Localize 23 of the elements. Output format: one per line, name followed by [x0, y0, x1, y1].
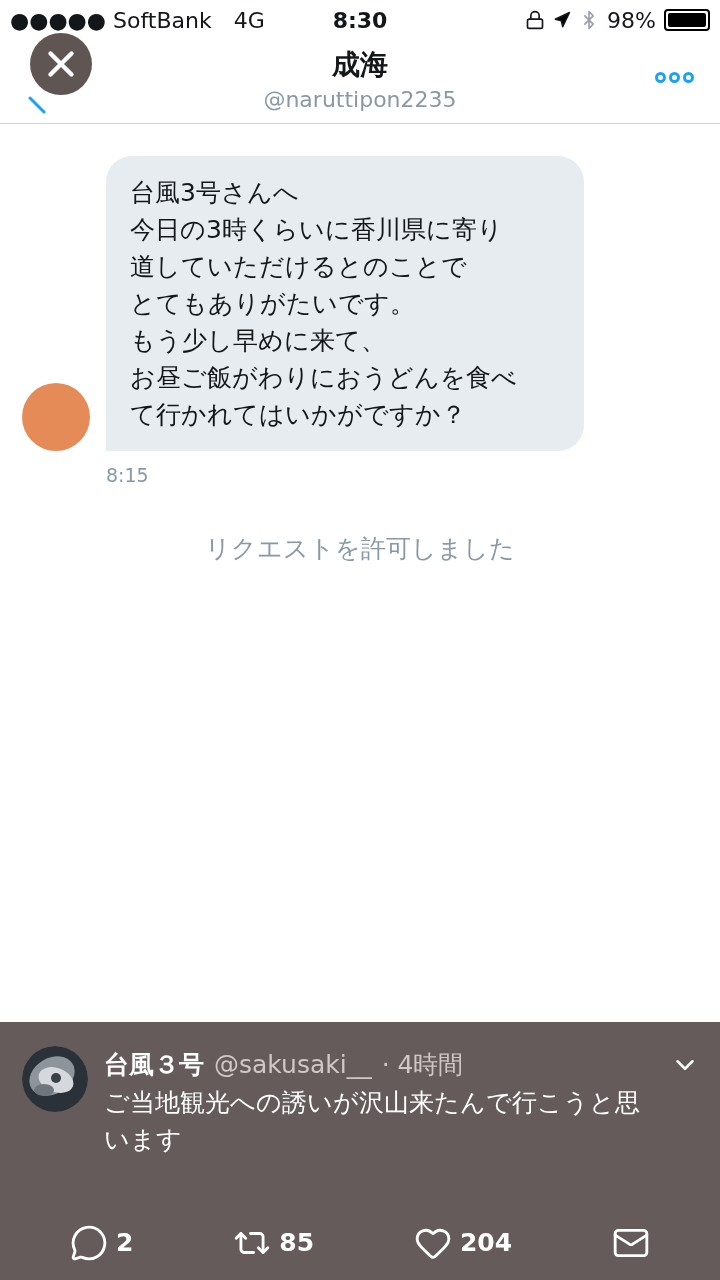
user-handle: @naruttipon2235: [263, 86, 457, 114]
reply-button[interactable]: 2: [69, 1224, 134, 1262]
more-icon[interactable]: [655, 72, 694, 83]
author-name: 台風３号: [104, 1049, 204, 1081]
battery-percent: 98%: [607, 6, 656, 35]
clock: 8:30: [332, 6, 388, 35]
message-time: 8:15: [106, 463, 150, 488]
location-icon: [553, 11, 572, 29]
reply-icon: [69, 1224, 108, 1262]
like-button[interactable]: 204: [413, 1224, 513, 1262]
battery-icon: [664, 9, 710, 31]
tweet-text: ご当地観光への誘いが沢山来たんで行こうと思います: [104, 1086, 641, 1156]
back-icon[interactable]: [28, 96, 46, 114]
rotation-lock-icon: [525, 10, 546, 30]
author-handle: @sakusaki__: [214, 1049, 372, 1081]
message-bubble: 台風3号さんへ 今日の3時くらいに香川県に寄り 道していただけるとのことで とてもありがたいです。 もう少し早めに来て、 お昼ご飯がわりにおうどんを食べ て行かれてはいかがですか？: [106, 156, 584, 451]
avatar-icon[interactable]: [22, 383, 90, 451]
tweet-time: · 4時間: [381, 1049, 465, 1081]
retweet-button[interactable]: 85: [233, 1224, 315, 1262]
conversation-title: 成海: [332, 47, 388, 83]
carrier-name: ●●●●● SoftBank: [10, 6, 212, 35]
network-type: 4G: [233, 6, 265, 35]
system-notice: リクエストを許可しました: [205, 532, 515, 565]
